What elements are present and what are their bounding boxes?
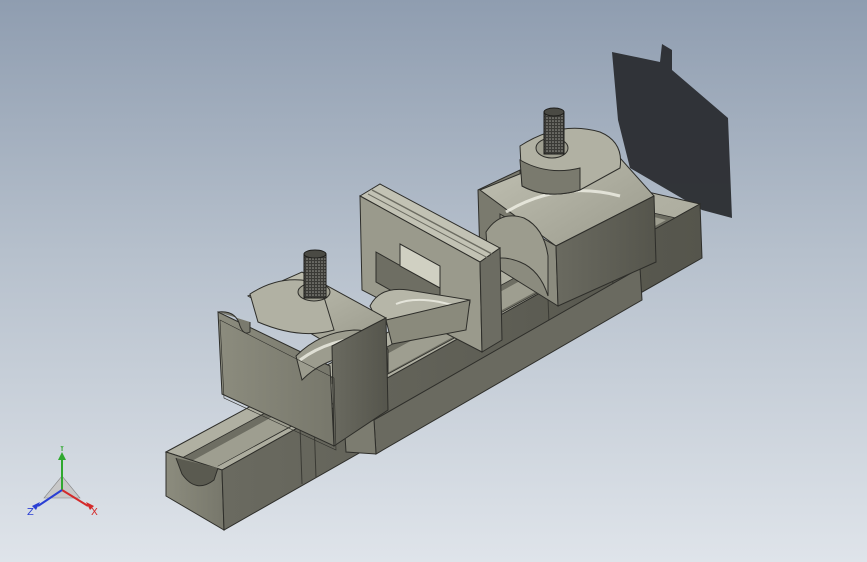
x-axis-label: X — [91, 507, 98, 518]
y-axis-label: Y — [58, 446, 66, 454]
right-knurled-screw[interactable] — [543, 107, 565, 155]
left-knurled-screw[interactable] — [303, 249, 327, 299]
z-axis-label: Z — [27, 507, 34, 518]
graphics-viewport[interactable]: Y X Z — [0, 0, 867, 562]
cad-model-view[interactable] — [0, 0, 867, 562]
orientation-triad: Y X Z — [27, 446, 98, 518]
